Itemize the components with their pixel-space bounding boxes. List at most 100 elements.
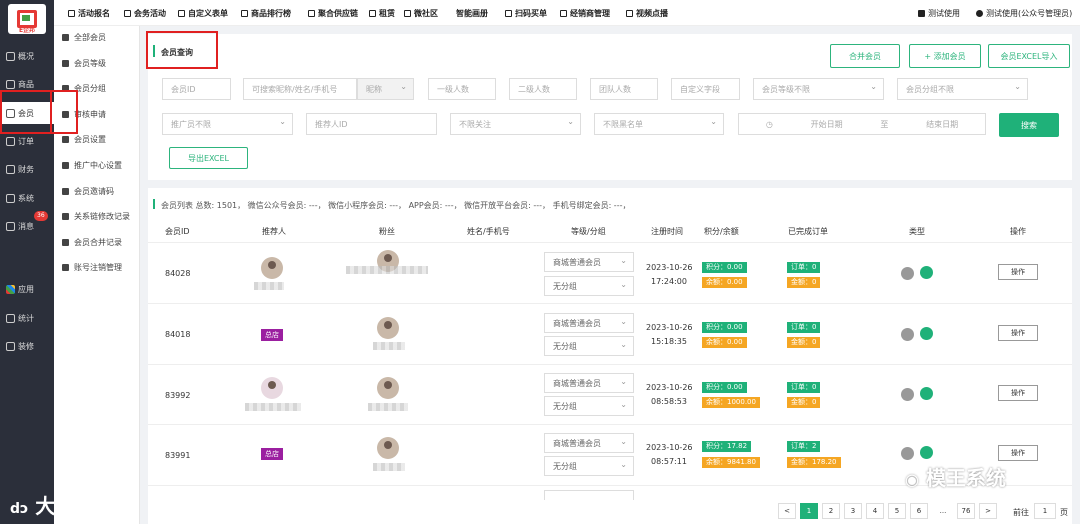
page-76[interactable]: 76 — [957, 503, 975, 519]
start-date-field[interactable]: 开始日期 — [811, 119, 843, 130]
community-icon — [404, 10, 411, 17]
submenu-invite-code[interactable]: 会员邀请码 — [62, 184, 114, 198]
trial-link[interactable]: 测试使用 — [918, 8, 960, 19]
search-button[interactable]: 搜索 — [999, 113, 1059, 137]
user-menu[interactable]: 测试使用(公众号管理员) — [976, 8, 1072, 19]
date-range-picker[interactable]: ◷ 开始日期 至 结束日期 — [738, 113, 986, 135]
member-grade-select[interactable]: 会员等级不限 — [753, 78, 884, 100]
team-count-input[interactable]: 团队人数 — [590, 78, 658, 100]
col-member-id: 会员ID — [165, 227, 190, 236]
import-excel-button[interactable]: 会员EXCEL导入 — [988, 44, 1070, 68]
next-page-button[interactable]: > — [979, 503, 997, 519]
follow-select[interactable]: 不限关注 — [450, 113, 581, 135]
app-logo[interactable]: E企邦 — [8, 4, 46, 34]
row4-wechat-icon — [920, 446, 933, 459]
topmenu-dealer[interactable]: 经销商管理 — [560, 8, 610, 19]
row1-action-button[interactable]: 操作 — [998, 264, 1038, 280]
blacklist-select[interactable]: 不限黑名单 — [594, 113, 724, 135]
page-5[interactable]: 5 — [888, 503, 906, 519]
row-divider — [148, 303, 1072, 304]
row1-grade-select[interactable]: 商城普通会员 — [544, 252, 634, 272]
prev-page-button[interactable]: < — [778, 503, 796, 519]
grid-icon — [918, 10, 925, 17]
row3-referrer-avatar[interactable] — [261, 377, 283, 399]
topmenu-conference[interactable]: 会务活动 — [124, 8, 166, 19]
promoter-select[interactable]: 推广员不限 — [162, 113, 293, 135]
goto-page-input[interactable]: 1 — [1034, 503, 1056, 519]
nav-apps[interactable]: 应用 — [0, 278, 54, 300]
topmenu-scan-pay[interactable]: 扫码买单 — [505, 8, 547, 19]
topmenu-event-signup[interactable]: 活动报名 — [68, 8, 110, 19]
row4-action-button[interactable]: 操作 — [998, 445, 1038, 461]
nav-finance[interactable]: 财务 — [0, 158, 54, 180]
referrer-id-input[interactable]: 推荐人ID — [306, 113, 437, 135]
page-4[interactable]: 4 — [866, 503, 884, 519]
member-group-select[interactable]: 会员分组不限 — [897, 78, 1028, 100]
add-member-button[interactable]: + 添加会员 — [909, 44, 981, 68]
row3-fan-avatar[interactable] — [377, 377, 399, 399]
page-6[interactable]: 6 — [910, 503, 928, 519]
row5-grade-select-partial[interactable] — [544, 490, 634, 500]
row1-referrer-avatar[interactable] — [261, 257, 283, 279]
row1-fan-name-blurred — [346, 266, 428, 274]
nav-stats[interactable]: 统计 — [0, 307, 54, 329]
submenu-merge-log[interactable]: 会员合并记录 — [62, 235, 122, 249]
merge-member-button[interactable]: 合并会员 — [830, 44, 900, 68]
row2-group-select[interactable]: 无分组 — [544, 336, 634, 356]
row2-action-button[interactable]: 操作 — [998, 325, 1038, 341]
row2-fan-avatar[interactable] — [377, 317, 399, 339]
nav-message[interactable]: 消息 36 — [0, 211, 54, 237]
row3-grade-select[interactable]: 商城普通会员 — [544, 373, 634, 393]
row4-grade-select[interactable]: 商城普通会员 — [544, 433, 634, 453]
nav-system[interactable]: 系统 — [0, 187, 54, 209]
submenu-all-members[interactable]: 全部会员 — [62, 30, 106, 44]
topmenu-supply-chain[interactable]: 聚合供应链 — [308, 8, 358, 19]
submenu-account-cancel[interactable]: 账号注销管理 — [62, 260, 122, 274]
level1-count-input[interactable]: 一级人数 — [428, 78, 496, 100]
page-3[interactable]: 3 — [844, 503, 862, 519]
submenu-relation-log[interactable]: 关系链修改记录 — [62, 209, 130, 223]
row2-reg-date: 2023-10-26 — [646, 323, 693, 332]
row1-points-tag: 积分：0.00 — [702, 262, 747, 273]
page-2[interactable]: 2 — [822, 503, 840, 519]
page-unit-label: 页 — [1060, 508, 1068, 517]
row3-orders-tag: 订单：0 — [787, 382, 821, 393]
topmenu-custom-form[interactable]: 自定义表单 — [178, 8, 228, 19]
scan-icon — [505, 10, 512, 17]
nav-overview[interactable]: 概况 — [0, 45, 54, 67]
custom-field-input[interactable]: 自定义字段 — [671, 78, 740, 100]
topmenu-album[interactable]: 智能画册 — [456, 8, 488, 19]
row4-miniapp-icon — [901, 447, 914, 460]
topmenu-rental[interactable]: 租赁 — [369, 8, 395, 19]
end-date-field[interactable]: 结束日期 — [926, 119, 958, 130]
row4-group-select[interactable]: 无分组 — [544, 456, 634, 476]
row4-member-id: 83991 — [165, 451, 191, 460]
row2-points-tag: 积分：0.00 — [702, 322, 747, 333]
submenu-member-settings[interactable]: 会员设置 — [62, 132, 106, 146]
keyword-search-input[interactable]: 可搜索昵称/姓名/手机号 — [243, 78, 357, 100]
row3-group-select[interactable]: 无分组 — [544, 396, 634, 416]
message-icon — [6, 221, 15, 231]
list-title-marker — [153, 199, 155, 209]
search-field-select[interactable]: 昵称 — [357, 78, 414, 100]
row2-grade-select[interactable]: 商城普通会员 — [544, 313, 634, 333]
page-ellipsis[interactable]: ... — [934, 503, 952, 519]
topmenu-video[interactable]: 视频点播 — [626, 8, 668, 19]
row1-group-select[interactable]: 无分组 — [544, 276, 634, 296]
chart-icon — [62, 238, 69, 246]
nav-decorate[interactable]: 装修 — [0, 335, 54, 357]
topmenu-product-rank[interactable]: 商品排行榜 — [241, 8, 291, 19]
page-1[interactable]: 1 — [800, 503, 818, 519]
decorate-icon — [6, 341, 15, 351]
row4-fan-avatar[interactable] — [377, 437, 399, 459]
submenu-member-level[interactable]: 会员等级 — [62, 56, 106, 70]
member-id-input[interactable]: 会员ID — [162, 78, 231, 100]
topmenu-community[interactable]: 微社区 — [404, 8, 438, 19]
submenu-promo-settings[interactable]: 推广中心设置 — [62, 158, 122, 172]
level2-count-input[interactable]: 二级人数 — [509, 78, 577, 100]
row3-action-button[interactable]: 操作 — [998, 385, 1038, 401]
row4-amount-tag: 金额：178.20 — [787, 457, 841, 468]
list-summary: 会员列表 总数: 1501， 微信公众号会员: ---， 微信小程序会员: --… — [161, 201, 631, 210]
export-excel-button[interactable]: 导出EXCEL — [169, 147, 248, 169]
row1-amount-tag: 金额：0 — [787, 277, 821, 288]
